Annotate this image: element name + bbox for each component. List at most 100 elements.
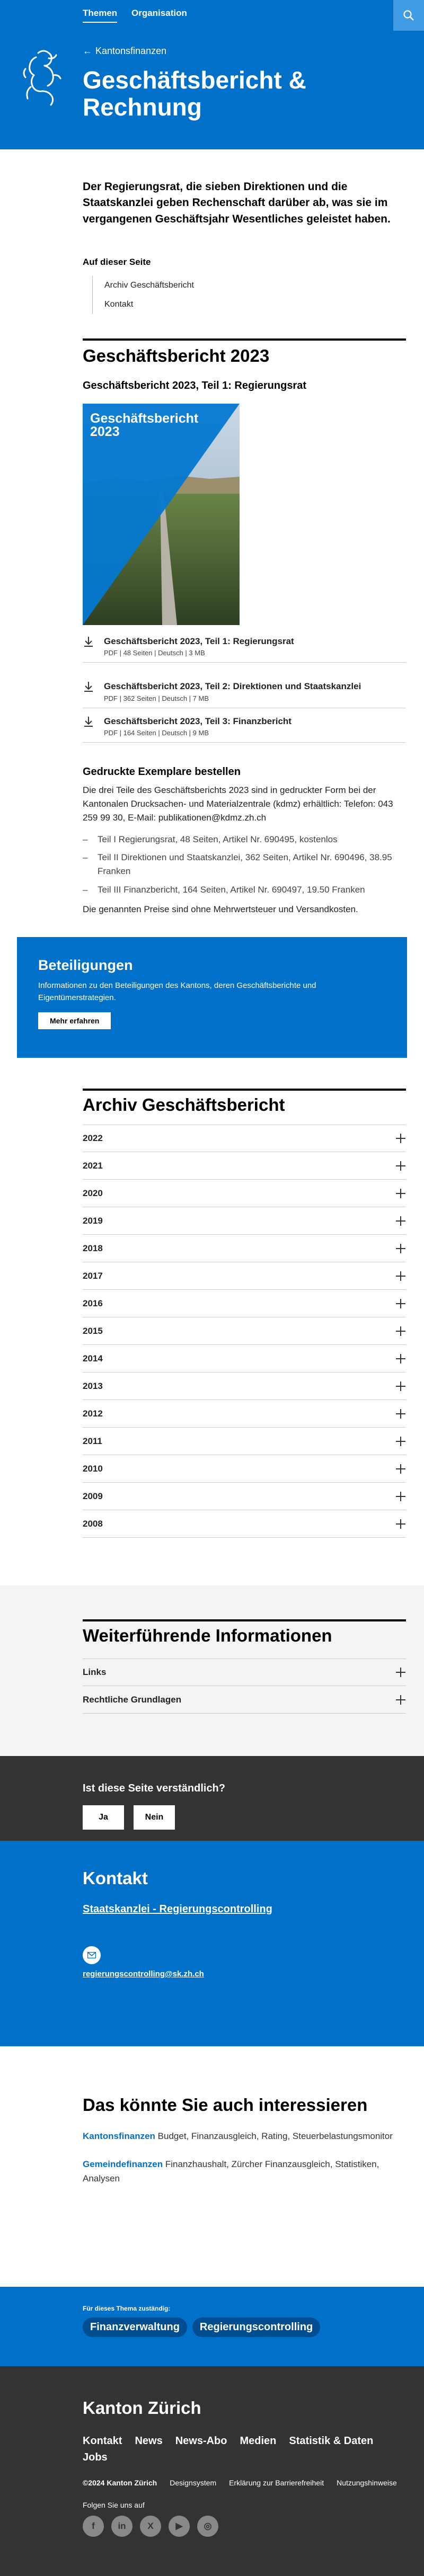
contact-org-link[interactable]: Staatskanzlei - Regierungscontrolling [83, 1903, 272, 1915]
toc-list: Archiv Geschäftsbericht Kontakt [92, 276, 406, 315]
tag-finanzverwaltung[interactable]: Finanzverwaltung [83, 2317, 187, 2337]
toc-item-kontakt[interactable]: Kontakt [104, 295, 406, 314]
plus-icon [395, 1216, 406, 1226]
archive-year-2016[interactable]: 2016 [83, 1290, 406, 1317]
plus-icon [395, 1188, 406, 1199]
download-item[interactable]: Geschäftsbericht 2023, Teil 1: Regierung… [83, 632, 406, 663]
accordion-links[interactable]: Links [83, 1659, 406, 1686]
archive-year-2018[interactable]: 2018 [83, 1235, 406, 1262]
plus-icon [395, 1436, 406, 1447]
plus-icon [395, 1133, 406, 1144]
footer-link-nutzungshinweise[interactable]: Nutzungshinweise [337, 2479, 397, 2487]
interest-link-kantonsfinanzen[interactable]: Kantonsfinanzen [83, 2131, 155, 2141]
linkedin-icon[interactable]: in [111, 2516, 132, 2537]
archive-year-2017[interactable]: 2017 [83, 1262, 406, 1290]
kanton-zuerich-lion-logo[interactable] [20, 48, 64, 107]
feedback-question: Ist diese Seite verständlich? [83, 1782, 225, 1794]
download-item[interactable]: Geschäftsbericht 2023, Teil 3: Finanzber… [83, 712, 406, 743]
footer-link-jobs[interactable]: Jobs [83, 2452, 108, 2463]
archive-year-2022[interactable]: 2022 [83, 1125, 406, 1152]
footer-link-medien[interactable]: Medien [240, 2435, 277, 2447]
mehr-erfahren-button[interactable]: Mehr erfahren [38, 1012, 111, 1029]
intro: Der Regierungsrat, die sieben Direktione… [83, 179, 406, 915]
download-icon [84, 637, 93, 647]
responsible-topics: Für dieses Thema zuständig: Finanzverwal… [0, 2287, 424, 2366]
footer-link-kontakt[interactable]: Kontakt [83, 2435, 122, 2447]
interest-link-gemeindefinanzen[interactable]: Gemeindefinanzen [83, 2159, 163, 2169]
download-item[interactable]: Geschäftsbericht 2023, Teil 2: Direktion… [83, 678, 406, 708]
breadcrumb[interactable]: ← Kantonsfinanzen [83, 46, 166, 57]
archive-year-2013[interactable]: 2013 [83, 1372, 406, 1400]
download-icon [84, 716, 93, 727]
follow-label: Folgen Sie uns auf [83, 2501, 145, 2509]
feedback-no-button[interactable]: Nein [134, 1805, 175, 1830]
copyright: ©2024 Kanton Zürich [83, 2479, 157, 2487]
plus-icon [395, 1326, 406, 1336]
interest-description: Budget, Finanzausgleich, Rating, Steuerb… [155, 2131, 393, 2141]
plus-icon [395, 1298, 406, 1309]
list-item: Teil I Regierungsrat, 48 Seiten, Artikel… [83, 833, 406, 847]
accordion-label: 2014 [83, 1353, 103, 1363]
download-meta: PDF | 48 Seiten | Deutsch | 3 MB [104, 649, 205, 657]
footer-link-designsystem[interactable]: Designsystem [170, 2479, 216, 2487]
archive-year-2008[interactable]: 2008 [83, 1510, 406, 1538]
archive-year-2019[interactable]: 2019 [83, 1207, 406, 1235]
feedback-yes-button[interactable]: Ja [83, 1805, 124, 1830]
nav-organisation[interactable]: Organisation [131, 8, 187, 19]
archive-year-2015[interactable]: 2015 [83, 1317, 406, 1345]
nav-active-underline [83, 22, 118, 23]
accordion-label: 2010 [83, 1463, 103, 1474]
accordion-label: Links [83, 1667, 107, 1677]
contact-title: Kontakt [83, 1868, 148, 1888]
facebook-icon[interactable]: f [83, 2516, 104, 2537]
nav-organisation-label: Organisation [131, 8, 187, 18]
plus-icon [395, 1667, 406, 1678]
cover-title-line-2: 2023 [90, 424, 120, 440]
topics-label: Für dieses Thema zuständig: [83, 2305, 171, 2312]
search-button[interactable] [393, 0, 424, 31]
footer-brand: Kanton Zürich [83, 2398, 201, 2418]
plus-icon [395, 1519, 406, 1529]
plus-icon [395, 1409, 406, 1419]
teaser-title: Beteiligungen [38, 957, 133, 973]
footer-link-statistik[interactable]: Statistik & Daten [289, 2435, 373, 2447]
accordion-rechtliche-grundlagen[interactable]: Rechtliche Grundlagen [83, 1686, 406, 1714]
download-title: Geschäftsbericht 2023, Teil 1: Regierung… [104, 636, 294, 647]
plus-icon [395, 1381, 406, 1392]
instagram-icon[interactable]: ◎ [197, 2516, 218, 2537]
tag-regierungscontrolling[interactable]: Regierungscontrolling [192, 2317, 321, 2337]
feedback-buttons: Ja Nein [83, 1805, 406, 1830]
further-info-section: Weiterführende Informationen Links Recht… [0, 1585, 424, 1756]
plus-icon [395, 1353, 406, 1364]
archive-year-2010[interactable]: 2010 [83, 1455, 406, 1483]
archive-year-2011[interactable]: 2011 [83, 1428, 406, 1455]
archive-year-2020[interactable]: 2020 [83, 1180, 406, 1207]
archive-year-2021[interactable]: 2021 [83, 1152, 406, 1180]
download-meta: PDF | 164 Seiten | Deutsch | 9 MB [104, 728, 209, 737]
interest-title: Das könnte Sie auch interessieren [83, 2095, 368, 2115]
archive-year-2009[interactable]: 2009 [83, 1483, 406, 1510]
accordion-label: 2017 [83, 1270, 103, 1281]
archive-year-2012[interactable]: 2012 [83, 1400, 406, 1428]
footer-link-barrierefreiheit[interactable]: Erklärung zur Barrierefreiheit [229, 2479, 324, 2487]
contact-email-link[interactable]: regierungscontrolling@sk.zh.ch [83, 1969, 204, 1978]
search-icon [403, 10, 414, 21]
cover-title-line-1: Geschäftsbericht [90, 411, 199, 426]
accordion-label: 2022 [83, 1133, 103, 1143]
download-icon [84, 682, 93, 692]
footer-link-news[interactable]: News [135, 2435, 162, 2447]
further-title: Weiterführende Informationen [83, 1626, 332, 1645]
nav-themen[interactable]: Themen [83, 8, 118, 23]
archive-accordion: 2022 2021 2020 2019 2018 2017 2016 2015 2014 2013… [83, 1125, 406, 1538]
page: Themen Organisation ← Kantonsfinanzen Ge… [0, 0, 424, 2576]
arrow-left-icon: ← [83, 46, 92, 56]
archive-year-2014[interactable]: 2014 [83, 1345, 406, 1372]
list-item: Teil II Direktionen und Staatskanzlei, 3… [83, 851, 406, 879]
feedback-section: Ist diese Seite verständlich? Ja Nein [0, 1756, 424, 1841]
accordion-label: 2013 [83, 1380, 103, 1391]
interest-section: Das könnte Sie auch interessieren Kanton… [0, 2046, 424, 2287]
youtube-icon[interactable]: ▶ [169, 2516, 190, 2537]
toc-item-archiv[interactable]: Archiv Geschäftsbericht [104, 276, 406, 295]
footer-link-news-abo[interactable]: News-Abo [175, 2435, 227, 2447]
x-icon[interactable]: X [140, 2516, 161, 2537]
